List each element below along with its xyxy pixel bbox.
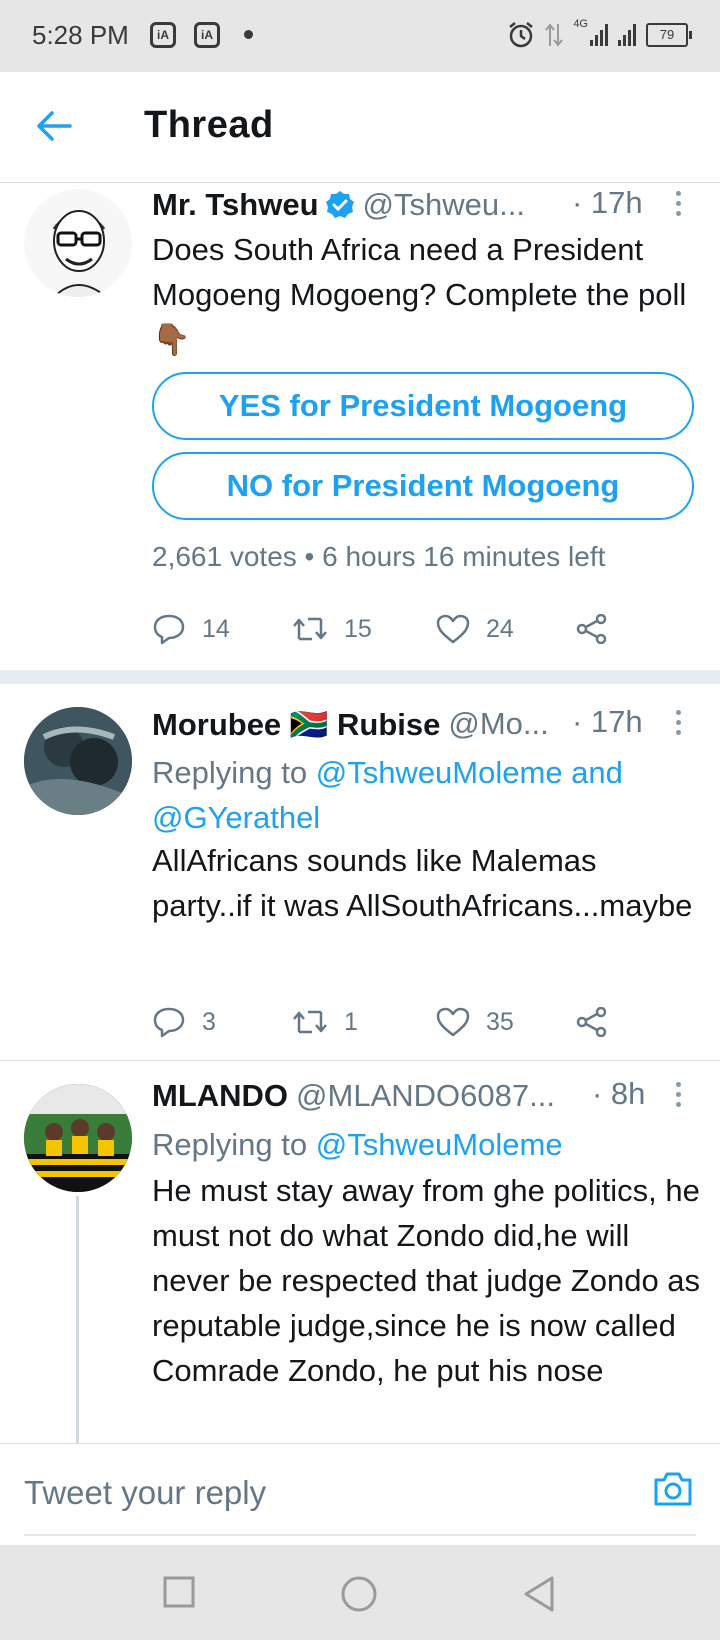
- retweet-count: 15: [344, 614, 372, 643]
- avatar[interactable]: [24, 1084, 132, 1192]
- tweet-time: · 17h: [572, 185, 643, 220]
- tweet-reply[interactable]: Morubee 🇿🇦 Rubise @Mo... · 17h Replying …: [0, 702, 720, 1060]
- page-title: Thread: [144, 104, 274, 146]
- retweet-button[interactable]: 1: [292, 1002, 358, 1042]
- like-button[interactable]: 35: [436, 1002, 514, 1042]
- reply-input-underline: [24, 1534, 696, 1536]
- author-name[interactable]: Morubee 🇿🇦 Rubise: [152, 706, 440, 743]
- tweet-actions: 3 1 35: [152, 1002, 652, 1042]
- back-button[interactable]: [36, 110, 72, 147]
- tweet-divider: [0, 1060, 720, 1061]
- replying-to-label: Replying to: [152, 1127, 316, 1162]
- avatar-photo: [24, 1084, 132, 1192]
- home-button[interactable]: [340, 1575, 378, 1618]
- tweet-author-row: MLANDO @MLANDO6087...: [152, 1074, 555, 1118]
- heart-icon: [436, 1007, 470, 1037]
- more-vertical-icon[interactable]: [676, 1082, 682, 1112]
- heart-icon: [436, 614, 470, 644]
- retweet-count: 1: [344, 1007, 358, 1036]
- reply-button[interactable]: 3: [152, 1002, 216, 1042]
- avatar[interactable]: [24, 707, 132, 815]
- poll-option-no[interactable]: NO for President Mogoeng: [152, 452, 694, 520]
- retweet-button[interactable]: 15: [292, 609, 372, 649]
- notification-dot-icon: [244, 30, 253, 39]
- avatar-art: [24, 707, 132, 815]
- system-nav-bar: [0, 1545, 720, 1640]
- camera-icon: [654, 1472, 692, 1506]
- reply-count: 3: [202, 1007, 216, 1036]
- app-header: Thread: [0, 72, 720, 183]
- tweet-text: Does South Africa need a President Mogoe…: [152, 232, 687, 357]
- author-handle[interactable]: @Tshweu...: [363, 187, 525, 223]
- tweet-author-row: Mr. Tshweu @Tshweu...: [152, 183, 525, 227]
- like-button[interactable]: 24: [436, 609, 514, 649]
- author-handle[interactable]: @Mo...: [448, 706, 548, 742]
- status-indicators: 4G 79: [507, 18, 692, 52]
- verified-badge-icon: [325, 191, 354, 218]
- status-bar: 5:28 PM iA iA 4G 79: [0, 0, 720, 72]
- tweet-author-row: Morubee 🇿🇦 Rubise @Mo...: [152, 702, 549, 746]
- back-nav-button[interactable]: [522, 1575, 556, 1618]
- reply-input[interactable]: Tweet your reply: [24, 1474, 266, 1512]
- network-type: 4G: [573, 18, 588, 30]
- triangle-back-icon: [524, 1576, 554, 1612]
- alarm-icon: [509, 22, 534, 48]
- author-name[interactable]: Mr. Tshweu: [152, 187, 319, 223]
- signal-strength-icon: [590, 24, 608, 46]
- battery-level: 79: [659, 27, 675, 42]
- comment-icon: [153, 1007, 185, 1038]
- reply-composer[interactable]: Tweet your reply: [0, 1443, 720, 1544]
- author-handle[interactable]: @MLANDO6087...: [296, 1078, 555, 1114]
- share-icon: [576, 614, 607, 644]
- reply-count: 14: [202, 614, 230, 643]
- replying-to-label: Replying to: [152, 755, 316, 790]
- poll-option-yes[interactable]: YES for President Mogoeng: [152, 372, 694, 440]
- tweet-time: · 17h: [572, 704, 643, 739]
- tweet-main[interactable]: Mr. Tshweu @Tshweu... · 17h Does South A…: [0, 183, 720, 668]
- recent-apps-button[interactable]: [162, 1575, 196, 1614]
- share-button[interactable]: [576, 609, 608, 649]
- tweet-text: AllAfricans sounds like Malemas party..i…: [152, 843, 693, 923]
- signal-strength-icon: [618, 24, 636, 46]
- notification-app-icon: iA: [150, 22, 176, 48]
- more-vertical-icon[interactable]: [676, 710, 682, 740]
- arrow-left-icon: [37, 111, 72, 141]
- tweet-text: He must stay away from ghe politics, he …: [152, 1173, 701, 1388]
- replying-to: Replying to @TshweuMoleme and @GYerathel: [152, 750, 712, 840]
- more-vertical-icon[interactable]: [676, 191, 682, 221]
- author-name[interactable]: MLANDO: [152, 1078, 288, 1114]
- data-transfer-icon: [545, 23, 564, 47]
- avatar-sketch: [24, 189, 132, 297]
- section-divider: [0, 670, 720, 684]
- comment-icon: [153, 614, 185, 645]
- tweet-reply[interactable]: MLANDO @MLANDO6087... · 8h Replying to @…: [0, 1074, 720, 1443]
- replying-to-link[interactable]: @TshweuMoleme: [316, 1127, 563, 1162]
- retweet-icon: [293, 617, 327, 641]
- like-count: 24: [486, 614, 514, 643]
- share-icon: [576, 1007, 607, 1037]
- camera-button[interactable]: [652, 1470, 694, 1513]
- poll-meta: 2,661 votes • 6 hours 16 minutes left: [152, 541, 606, 572]
- retweet-icon: [293, 1010, 327, 1034]
- thread-line: [76, 1196, 79, 1443]
- tweet-actions: 14 15 24: [152, 609, 652, 649]
- reply-button[interactable]: 14: [152, 609, 230, 649]
- share-button[interactable]: [576, 1002, 608, 1042]
- battery-icon: 79: [646, 23, 692, 47]
- like-count: 35: [486, 1007, 514, 1036]
- notification-app-icon: iA: [194, 22, 220, 48]
- status-time: 5:28 PM: [32, 20, 129, 50]
- square-icon: [163, 1576, 195, 1608]
- replying-to: Replying to @TshweuMoleme: [152, 1122, 712, 1167]
- circle-icon: [341, 1576, 377, 1612]
- avatar[interactable]: [24, 189, 132, 297]
- tweet-time: · 8h: [592, 1076, 646, 1111]
